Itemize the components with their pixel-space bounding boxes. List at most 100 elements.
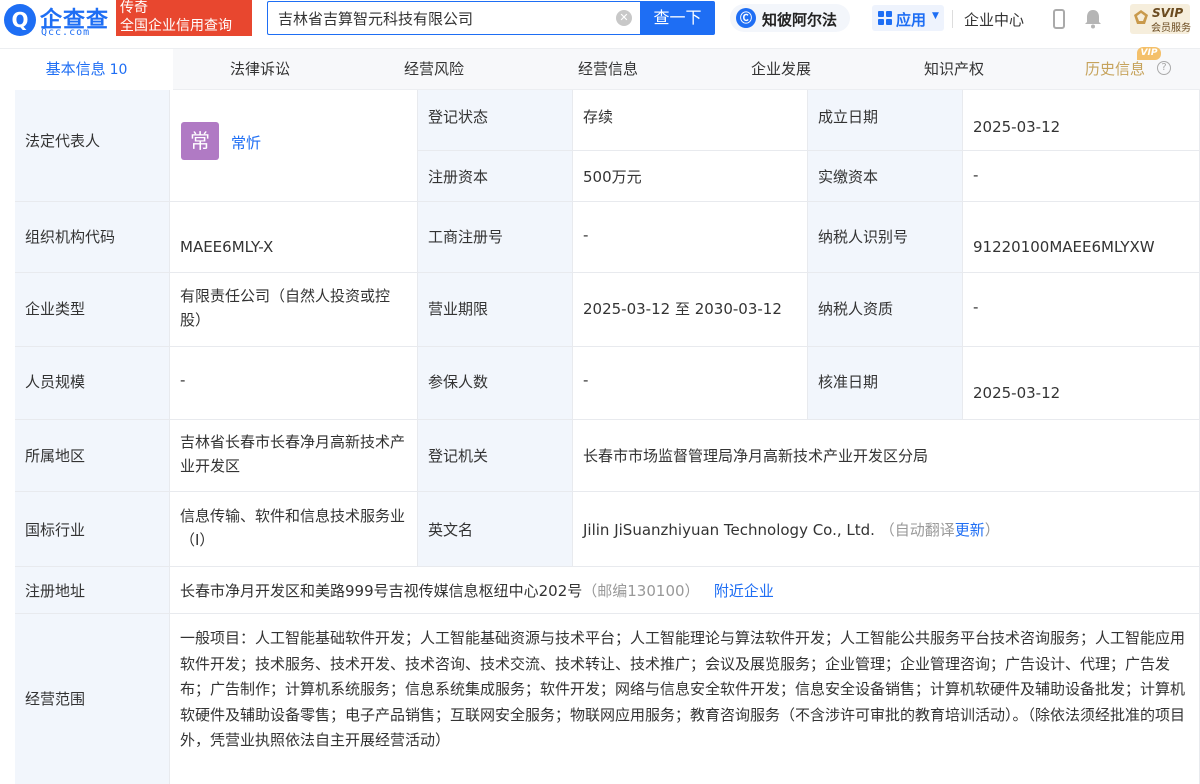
phone-icon[interactable] <box>1053 9 1065 29</box>
tab-operation[interactable]: 经营信息 <box>521 49 695 90</box>
value-text: 长春市市场监督管理局净月高新技术产业开发区分局 <box>583 447 929 465</box>
apps-grid-icon <box>878 11 892 25</box>
value-biz-reg-no: - <box>573 202 808 273</box>
label-text: 注册资本 <box>428 168 489 186</box>
bell-icon[interactable] <box>1084 9 1102 29</box>
value-text: - <box>973 166 979 184</box>
value-text: 存续 <box>583 108 614 126</box>
apps-label: 应用 <box>896 11 927 29</box>
zhibi-label: 知彼阿尔法 <box>762 11 838 29</box>
postcode-text: （邮编130100） <box>582 582 700 600</box>
value-biz-term: 2025-03-12 至 2030-03-12 <box>573 273 808 347</box>
tab-basic-info[interactable]: 基本信息 10 <box>0 49 173 90</box>
tab-risk[interactable]: 经营风险 <box>347 49 521 90</box>
zhibi-alpha-button[interactable]: Ⓒ 知彼阿尔法 <box>730 4 850 32</box>
update-translation-link[interactable]: 更新 <box>955 521 985 539</box>
svip-title: SVIP <box>1152 6 1184 20</box>
label-text: 人员规模 <box>25 373 86 391</box>
zhibi-icon: Ⓒ <box>736 8 756 28</box>
value-insured: - <box>573 347 808 420</box>
english-name-line: Jilin JiSuanzhiyuan Technology Co., Ltd.… <box>583 519 1000 540</box>
legal-rep-avatar[interactable]: 常 <box>181 122 219 160</box>
label-text: 实缴资本 <box>818 168 879 186</box>
svip-member-button[interactable]: SVIP 会员服务 <box>1130 4 1191 34</box>
english-name-text: Jilin JiSuanzhiyuan Technology Co., Ltd. <box>583 521 875 539</box>
value-org-code: MAEE6MLY-X <box>170 202 418 273</box>
tab-development[interactable]: 企业发展 <box>695 49 867 90</box>
label-biz-scope: 经营范围 <box>15 614 170 784</box>
value-approval-date: 2025-03-12 <box>963 347 1200 420</box>
label-reg-status: 登记状态 <box>418 90 573 151</box>
search-input[interactable] <box>278 2 608 34</box>
enterprise-center-link[interactable]: 企业中心 <box>964 9 1024 30</box>
label-text: 工商注册号 <box>428 228 504 246</box>
clear-icon[interactable]: ✕ <box>616 10 632 26</box>
nearby-companies-link[interactable]: 附近企业 <box>714 582 774 600</box>
label-text: 注册地址 <box>25 582 86 600</box>
label-text: 核准日期 <box>818 373 879 391</box>
label-text: 纳税人资质 <box>818 300 894 318</box>
svip-subtitle: 会员服务 <box>1151 23 1191 34</box>
label-biz-reg-no: 工商注册号 <box>418 202 573 273</box>
slogan-line1: 传奇 <box>120 0 148 16</box>
auto-translate-note: （自动翻译 <box>879 521 955 539</box>
value-text: 吉林省长春市长春净月高新技术产业开发区 <box>180 433 406 475</box>
label-est-date: 成立日期 <box>808 90 963 151</box>
legal-rep-name-link[interactable]: 常忻 <box>231 132 261 153</box>
label-text: 法定代表人 <box>25 132 101 150</box>
value-legal-rep: 常 常忻 <box>170 90 418 202</box>
label-approval-date: 核准日期 <box>808 347 963 420</box>
label-text: 营业期限 <box>428 300 489 318</box>
caret-down-icon: ▼ <box>932 11 939 21</box>
top-bar: Q 企查查 Qcc.com 传奇 全国企业信用查询 ✕ 查一下 Ⓒ 知彼阿尔法 … <box>0 0 1200 40</box>
label-biz-term: 营业期限 <box>418 273 573 347</box>
value-text: - <box>973 298 979 316</box>
tab-ip[interactable]: 知识产权 <box>867 49 1041 90</box>
biz-scope-text: 一般项目：人工智能基础软件开发；人工智能基础资源与技术平台；人工智能理论与算法软… <box>180 629 1186 749</box>
value-est-date: 2025-03-12 <box>963 90 1200 151</box>
value-text: 信息传输、软件和信息技术服务业（I） <box>180 507 406 549</box>
value-company-type: 有限责任公司（自然人投资或控股） <box>170 273 418 347</box>
label-region: 所属地区 <box>15 420 170 492</box>
value-paid-capital: - <box>963 151 1200 202</box>
value-text: 500万元 <box>583 168 642 186</box>
value-staff-size: - <box>170 347 418 420</box>
search-button[interactable]: 查一下 <box>640 1 715 35</box>
address-text: 长春市净月开发区和美路999号吉视传媒信息枢纽中心202号 <box>180 582 583 600</box>
tab-basic-label: 基本信息 <box>45 60 106 78</box>
label-reg-capital: 注册资本 <box>418 151 573 202</box>
tab-basic-count: 10 <box>109 62 128 78</box>
label-english-name: 英文名 <box>418 492 573 567</box>
value-text: 91220100MAEE6MLYXW <box>973 238 1155 256</box>
help-icon[interactable]: ? <box>1157 61 1171 75</box>
value-taxpayer-id: 91220100MAEE6MLYXW <box>963 202 1200 273</box>
label-text: 组织机构代码 <box>25 228 116 246</box>
label-text: 经营范围 <box>25 690 86 708</box>
value-reg-authority: 长春市市场监督管理局净月高新技术产业开发区分局 <box>573 420 1200 492</box>
label-insured: 参保人数 <box>418 347 573 420</box>
label-text: 企业类型 <box>25 300 86 318</box>
label-taxpayer-id: 纳税人识别号 <box>808 202 963 273</box>
value-text: 2025-03-12 <box>973 118 1061 136</box>
value-text: - <box>583 226 589 244</box>
label-industry: 国标行业 <box>15 492 170 567</box>
label-text: 英文名 <box>428 521 474 539</box>
label-org-code: 组织机构代码 <box>15 202 170 273</box>
label-text: 成立日期 <box>818 108 879 126</box>
label-company-type: 企业类型 <box>15 273 170 347</box>
value-reg-status: 存续 <box>573 90 808 151</box>
search-box: ✕ <box>267 1 640 35</box>
logo-domain: Qcc.com <box>41 27 91 38</box>
value-taxpayer-qual: - <box>963 273 1200 347</box>
svip-badge-icon <box>1134 10 1148 24</box>
apps-menu[interactable]: 应用 ▼ <box>872 5 944 31</box>
vip-tag: VIP <box>1137 47 1161 60</box>
label-legal-rep: 法定代表人 <box>15 90 170 202</box>
label-paid-capital: 实缴资本 <box>808 151 963 202</box>
value-english-name: Jilin JiSuanzhiyuan Technology Co., Ltd.… <box>573 492 1200 567</box>
tab-legal[interactable]: 法律诉讼 <box>173 49 347 90</box>
basic-info-table: 法定代表人 常 常忻 登记状态 存续 成立日期 2025-03-12 注册资本 … <box>0 0 1200 784</box>
qcc-logo[interactable]: Q 企查查 Qcc.com <box>4 2 112 38</box>
value-region: 吉林省长春市长春净月高新技术产业开发区 <box>170 420 418 492</box>
note-close: ） <box>984 521 1000 539</box>
